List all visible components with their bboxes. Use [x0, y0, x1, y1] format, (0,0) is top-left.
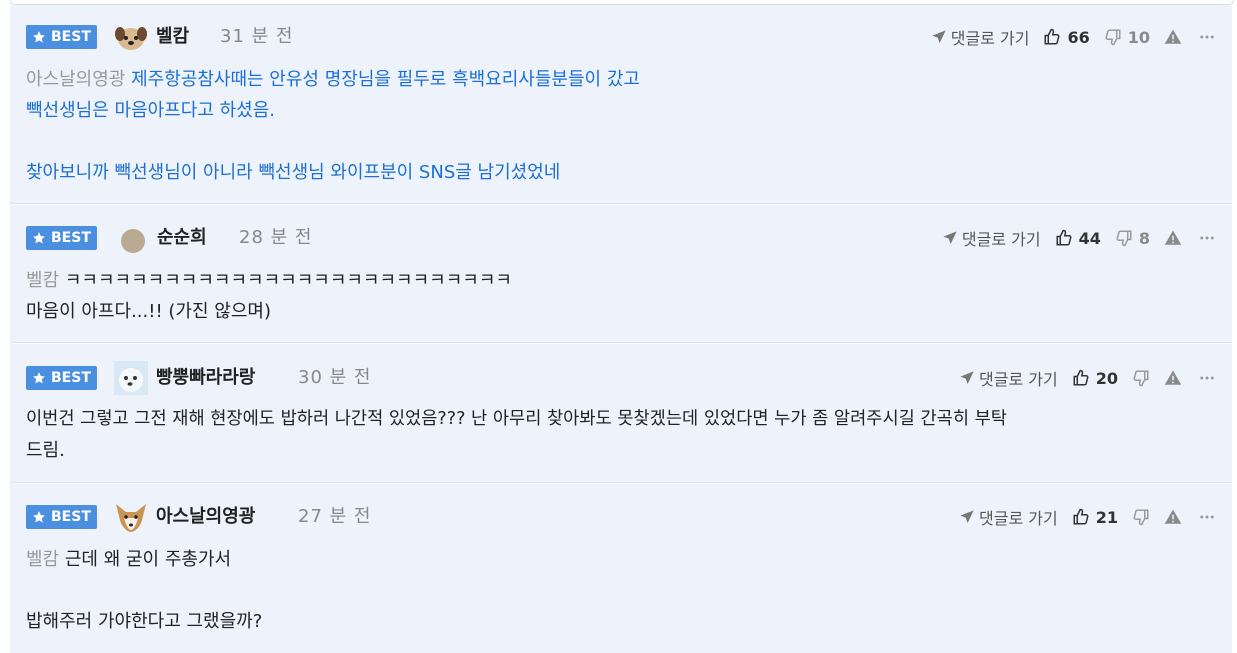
- comment-item: BEST 순순희 28 분 전 댓글로 가기 44 8 벨캄 ㅋㅋㅋㅋㅋㅋㅋㅋㅋ…: [10, 205, 1232, 343]
- avatar-default-icon: [121, 229, 145, 253]
- like-button[interactable]: 21: [1072, 508, 1118, 527]
- comment-line: 마음이 아프다...!! (가진 않으며): [26, 301, 271, 322]
- report-button[interactable]: [1164, 369, 1182, 387]
- mention[interactable]: 벨캄: [26, 549, 59, 570]
- dislike-button[interactable]: [1132, 508, 1150, 526]
- comment-actions: 댓글로 가기 44 8: [942, 225, 1216, 251]
- mention[interactable]: 아스날의영광: [26, 69, 125, 90]
- thumbs-down-icon: [1133, 509, 1149, 526]
- thumbs-up-icon: [1056, 229, 1072, 246]
- comment-body: 아스날의영광 제주항공참사때는 안유성 명장님을 필두로 흑백요리사들분들이 갔…: [26, 64, 1216, 188]
- thumbs-up-icon: [1073, 508, 1089, 525]
- avatar-white-dog-icon: [114, 361, 148, 395]
- reply-link[interactable]: 댓글로 가기: [959, 505, 1058, 529]
- nickname[interactable]: 순순희: [157, 226, 207, 250]
- star-icon: [33, 372, 45, 384]
- warning-icon: [1164, 29, 1182, 44]
- comment-actions: 댓글로 가기 66 10: [931, 24, 1216, 50]
- comment-line: 이번건 그렇고 그전 재해 현장에도 밥하러 나간적 있었음??? 난 아무리 …: [26, 409, 1007, 429]
- comment-body: 벨캄 ㅋㅋㅋㅋㅋㅋㅋㅋㅋㅋㅋㅋㅋㅋㅋㅋㅋㅋㅋㅋㅋㅋㅋㅋㅋㅋㅋ 마음이 아프다..…: [26, 265, 1216, 327]
- comment-line: [26, 575, 1216, 606]
- timestamp: 31 분 전: [220, 26, 294, 47]
- timestamp: 27 분 전: [298, 506, 372, 527]
- more-button[interactable]: [1198, 229, 1216, 247]
- comment-actions: 댓글로 가기 21: [959, 504, 1216, 530]
- comment-line: 근데 왜 굳이 주총가서: [64, 549, 232, 570]
- thumbs-up-icon: [1044, 28, 1060, 45]
- comment-line: 빽선생님은 마음아프다고 하셨음.: [26, 100, 276, 121]
- comment-line: ㅋㅋㅋㅋㅋㅋㅋㅋㅋㅋㅋㅋㅋㅋㅋㅋㅋㅋㅋㅋㅋㅋㅋㅋㅋㅋㅋ: [64, 270, 512, 291]
- report-button[interactable]: [1164, 28, 1182, 46]
- comment-line: 밥해주러 가야한다고 그랬을까?: [26, 611, 263, 632]
- thumbs-down-icon: [1133, 370, 1149, 387]
- comment-line: [26, 126, 1216, 157]
- more-dots-icon: [1200, 35, 1214, 39]
- dislike-button[interactable]: 8: [1115, 229, 1150, 248]
- send-arrow-icon: [960, 371, 974, 384]
- comment-actions: 댓글로 가기 20: [959, 365, 1216, 391]
- star-icon: [33, 31, 45, 43]
- report-button[interactable]: [1164, 229, 1182, 247]
- comment-line: 제주항공참사때는 안유성 명장님을 필두로 흑백요리사들분들이 갔고: [131, 69, 640, 90]
- comment-list: BEST 벨캄 31 분 전 댓글로 가기 66 10 아스날의영광 제주항공참…: [0, 0, 1237, 653]
- comment-body: 이번건 그렇고 그전 재해 현장에도 밥하러 나간적 있었음??? 난 아무리 …: [26, 404, 1216, 466]
- avatar-fox-dog-icon: [116, 504, 146, 532]
- star-icon: [33, 232, 45, 244]
- best-badge: BEST: [26, 25, 97, 49]
- reply-link[interactable]: 댓글로 가기: [931, 25, 1029, 49]
- timestamp: 30 분 전: [298, 367, 372, 388]
- like-button[interactable]: 20: [1072, 369, 1118, 388]
- thumbs-down-icon: [1116, 230, 1132, 247]
- send-arrow-icon: [960, 510, 974, 523]
- more-dots-icon: [1200, 515, 1214, 519]
- best-badge: BEST: [26, 366, 97, 390]
- comment-item: BEST 벨캄 31 분 전 댓글로 가기 66 10 아스날의영광 제주항공참…: [10, 5, 1232, 204]
- dislike-button[interactable]: 10: [1104, 28, 1150, 47]
- warning-icon: [1164, 370, 1182, 385]
- more-dots-icon: [1200, 236, 1214, 240]
- nickname[interactable]: 벨캄: [156, 25, 189, 49]
- best-badge: BEST: [26, 226, 97, 250]
- warning-icon: [1164, 509, 1182, 524]
- star-icon: [33, 511, 45, 523]
- comment-item: BEST 빵뿡빠라라랑 30 분 전 댓글로 가기 20 이번건 그렇고 그전 …: [10, 344, 1232, 483]
- warning-icon: [1164, 230, 1182, 245]
- timestamp: 28 분 전: [239, 227, 313, 248]
- thumbs-up-icon: [1073, 369, 1089, 386]
- like-button[interactable]: 66: [1043, 28, 1090, 47]
- report-button[interactable]: [1164, 508, 1182, 526]
- more-button[interactable]: [1198, 508, 1216, 526]
- more-button[interactable]: [1198, 369, 1216, 387]
- more-dots-icon: [1200, 376, 1214, 380]
- avatar-dog-icon: [115, 27, 147, 50]
- send-arrow-icon: [932, 30, 946, 43]
- comment-line: 찾아보니까 빽선생님이 아니라 빽선생님 와이프분이 SNS글 남기셨었네: [26, 162, 561, 183]
- thumbs-down-icon: [1105, 29, 1121, 46]
- reply-link[interactable]: 댓글로 가기: [942, 226, 1041, 250]
- mention[interactable]: 벨캄: [26, 270, 59, 291]
- best-badge: BEST: [26, 505, 97, 529]
- like-button[interactable]: 44: [1055, 229, 1101, 248]
- more-button[interactable]: [1198, 28, 1216, 46]
- comment-item: BEST 아스날의영광 27 분 전 댓글로 가기 21 벨캄 근데 왜 굳이 …: [10, 484, 1232, 653]
- nickname[interactable]: 아스날의영광: [156, 505, 255, 529]
- reply-link[interactable]: 댓글로 가기: [959, 366, 1058, 390]
- nickname[interactable]: 빵뿡빠라라랑: [156, 366, 255, 390]
- dislike-button[interactable]: [1132, 369, 1150, 387]
- send-arrow-icon: [943, 231, 957, 244]
- comment-body: 벨캄 근데 왜 굳이 주총가서 밥해주러 가야한다고 그랬을까?: [26, 544, 1216, 637]
- comment-line: 드림.: [26, 440, 65, 461]
